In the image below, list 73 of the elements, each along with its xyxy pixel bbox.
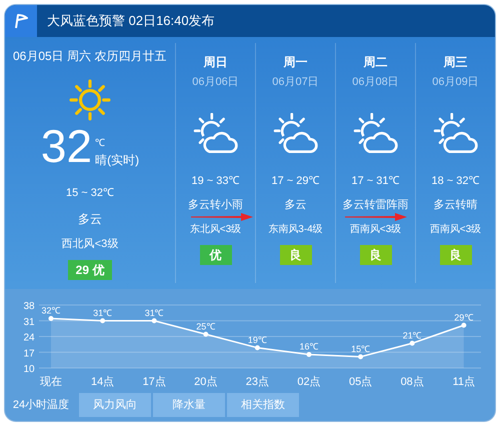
data-point (100, 318, 106, 324)
wind-text: 西南风<3级 (430, 222, 482, 236)
value-label: 31℃ (144, 308, 164, 318)
date-text: 06月07日 (272, 75, 319, 90)
value-label: 15℃ (351, 344, 370, 354)
axis-label: 02点 (297, 376, 321, 388)
data-point (410, 340, 415, 346)
temperature-range: 17 ~ 29℃ (271, 174, 320, 188)
weather-text: 多云 (284, 198, 306, 213)
weekday-label: 周三 (444, 54, 468, 71)
axis-label: 10 (23, 364, 35, 375)
axis-label: 现在 (40, 376, 62, 388)
tab[interactable]: 降水量 (153, 393, 225, 417)
axis-label: 08点 (400, 376, 424, 388)
data-point (152, 318, 157, 324)
data-point (48, 316, 54, 321)
value-label: 29℃ (454, 312, 474, 322)
aqi-badge: 良 (440, 244, 472, 264)
wind-text: 西北风<3级 (62, 236, 118, 252)
flag-icon (14, 13, 28, 29)
axis-label: 11点 (452, 376, 475, 388)
axis-label: 20点 (194, 376, 218, 388)
data-point (306, 352, 312, 357)
axis-label: 24 (23, 332, 35, 344)
weather-text: 多云转小雨 (188, 198, 243, 213)
weekday-label: 周一 (284, 54, 308, 71)
unit-label: ℃ (95, 137, 106, 151)
aqi-badge: 良 (360, 244, 392, 264)
weather-text: 多云 (78, 210, 102, 228)
pointer-arrow (345, 213, 407, 221)
value-label: 16℃ (300, 342, 318, 352)
wind-text: 西南风<3级 (350, 222, 402, 236)
value-label: 19℃ (248, 334, 267, 345)
tab[interactable]: 24小时温度 (5, 393, 77, 417)
temperature-range: 18 ~ 32℃ (431, 174, 480, 188)
value-label: 32℃ (42, 306, 60, 316)
value-label: 31℃ (93, 308, 112, 318)
axis-label: 23点 (246, 376, 270, 388)
data-point (358, 354, 364, 360)
aqi-badge: 良 (280, 244, 312, 264)
alert-text[interactable]: 大风蓝色预警 02日16:40发布 (47, 11, 215, 31)
data-point (254, 345, 260, 350)
date-text: 06月09日 (432, 75, 479, 90)
tab[interactable]: 相关指数 (227, 393, 299, 417)
sun-icon (69, 79, 111, 121)
temperature-range: 19 ~ 33℃ (191, 174, 240, 188)
temperature-range: 17 ~ 31℃ (351, 174, 400, 188)
axis-label: 14点 (90, 376, 114, 388)
data-point (461, 322, 466, 328)
axis-label: 17 (23, 348, 35, 360)
date-text: 06月05日 周六 农历四月廿五 (13, 48, 166, 65)
tab[interactable]: 风力风向 (79, 393, 151, 417)
aqi-badge: 优 (200, 244, 232, 264)
current-temperature: 32 (40, 123, 92, 169)
weather-text: 多云转晴 (434, 198, 478, 213)
temperature-range: 15 ~ 32℃ (66, 186, 114, 201)
axis-label: 17点 (142, 376, 166, 388)
weekday-label: 周日 (204, 54, 228, 71)
wind-text: 东北风<3级 (190, 222, 242, 236)
axis-label: 31 (23, 316, 35, 328)
condition-text: 晴(实时) (95, 152, 140, 169)
pointer-arrow (191, 213, 253, 221)
axis-label: 38 (23, 301, 35, 312)
data-point (203, 332, 208, 337)
aqi-badge: 29 优 (68, 260, 112, 280)
weekday-label: 周二 (364, 54, 388, 71)
value-label: 21℃ (402, 330, 422, 340)
value-label: 25℃ (196, 321, 216, 332)
axis-label: 05点 (348, 376, 372, 388)
weather-text: 多云转雷阵雨 (342, 198, 408, 213)
date-text: 06月08日 (352, 75, 399, 90)
date-text: 06月06日 (192, 75, 239, 90)
wind-text: 东南风3-4级 (268, 222, 323, 236)
